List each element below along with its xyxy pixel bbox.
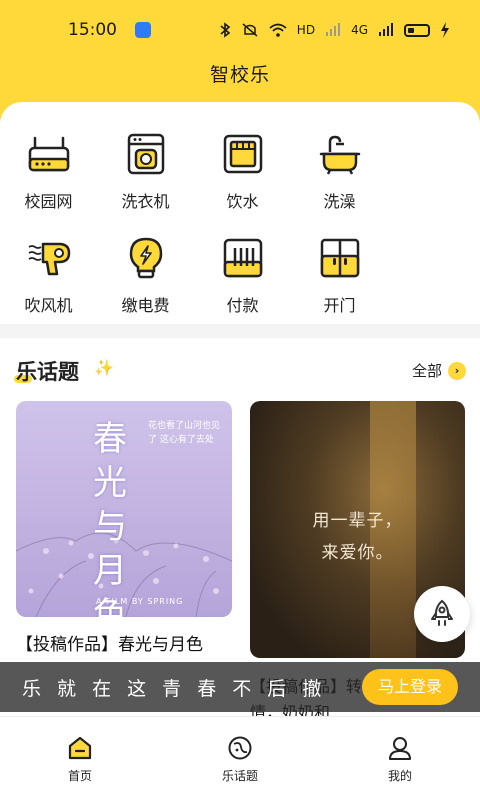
tab-topics[interactable]: 乐话题 [160,717,320,800]
service-campus-network[interactable]: 校园网 [0,132,97,236]
tab-home[interactable]: 首页 [0,717,160,800]
bathtub-icon [319,135,360,175]
profile-icon [389,737,411,760]
service-bath[interactable]: 洗澡 [291,132,388,236]
lightbulb-icon [129,237,162,279]
service-hair-dryer[interactable]: 吹风机 [0,236,97,340]
sparkle-icon: ✨ [94,358,114,377]
water-dispenser-icon [223,134,262,174]
service-label: 吹风机 [24,296,73,315]
login-banner: 乐 就 在 这 青 春 不 后 撤 马上登录 [0,662,480,712]
service-washing-machine[interactable]: 洗衣机 [97,132,194,236]
service-label: 缴电费 [121,296,170,315]
banner-slogan: 乐 就 在 这 青 春 不 后 撤 [22,677,327,700]
charging-icon [441,22,449,38]
status-time: 15:00 [68,20,117,40]
chevron-right-icon: › [448,361,466,380]
signal-icon [326,23,341,36]
service-label: 开门 [323,296,356,315]
wifi-icon [269,23,287,37]
signal-icon-2 [379,23,393,36]
mute-icon [242,23,258,37]
image-title: 春光与月色 [93,419,127,617]
hair-dryer-icon [28,242,70,276]
service-label: 校园网 [24,192,73,211]
service-label: 饮水 [226,192,259,211]
view-all-link[interactable]: 全部 › [412,360,466,381]
image-text: 用一辈子， 来爱你。 [312,511,403,563]
service-open-door[interactable]: 开门 [291,236,388,340]
tab-label: 首页 [67,769,92,783]
service-label: 洗衣机 [121,192,170,211]
washing-machine-icon [127,133,164,175]
hd-indicator: HD [296,23,316,37]
service-label: 付款 [226,296,259,315]
bluetooth-icon [220,22,231,38]
tab-label: 乐话题 [221,769,258,783]
services-grid: 校园网 洗衣机 饮水 洗澡 吹风机 缴电费 付款 开门 [0,132,480,340]
service-label: 洗澡 [323,192,356,211]
topic-card-image[interactable]: 春光与月色 花也看了山河也见了 这心有了去处 A FILM BY SPRING [16,401,232,617]
service-payment[interactable]: 付款 [194,236,291,340]
status-bar: 15:00 HD 4G [0,0,480,60]
status-indicators: HD 4G [219,22,450,38]
topic-icon [228,736,252,760]
payment-icon [223,238,262,278]
feed-header: 乐话题 ✨ 全部 › [0,338,480,400]
page-title: 智校乐 [209,64,270,86]
back-to-top-button[interactable] [414,586,470,642]
image-footer: A FILM BY SPRING [96,597,184,606]
rocket-icon [431,599,453,626]
4g-indicator: 4G [351,23,368,37]
view-all-label: 全部 [411,362,442,380]
feed-title: 乐话题 [14,360,79,384]
door-icon [320,238,359,278]
topic-card-caption[interactable]: 【投稿作品】春光与月色 [16,630,203,655]
service-drinking-water[interactable]: 饮水 [194,132,291,236]
home-icon [68,736,92,760]
router-icon [28,136,69,172]
tab-label: 我的 [387,769,412,783]
battery-icon [404,23,430,37]
services-panel: 校园网 洗衣机 饮水 洗澡 吹风机 缴电费 付款 开门 [0,102,480,324]
login-button[interactable]: 马上登录 [362,669,458,705]
service-pay-electricity[interactable]: 缴电费 [97,236,194,340]
app-notification-icon [135,22,151,38]
bottom-tab-bar: 首页 乐话题 我的 [0,716,480,800]
image-note: 花也看了山河也见了 这心有了去处 [148,421,221,445]
tab-profile[interactable]: 我的 [320,717,480,800]
